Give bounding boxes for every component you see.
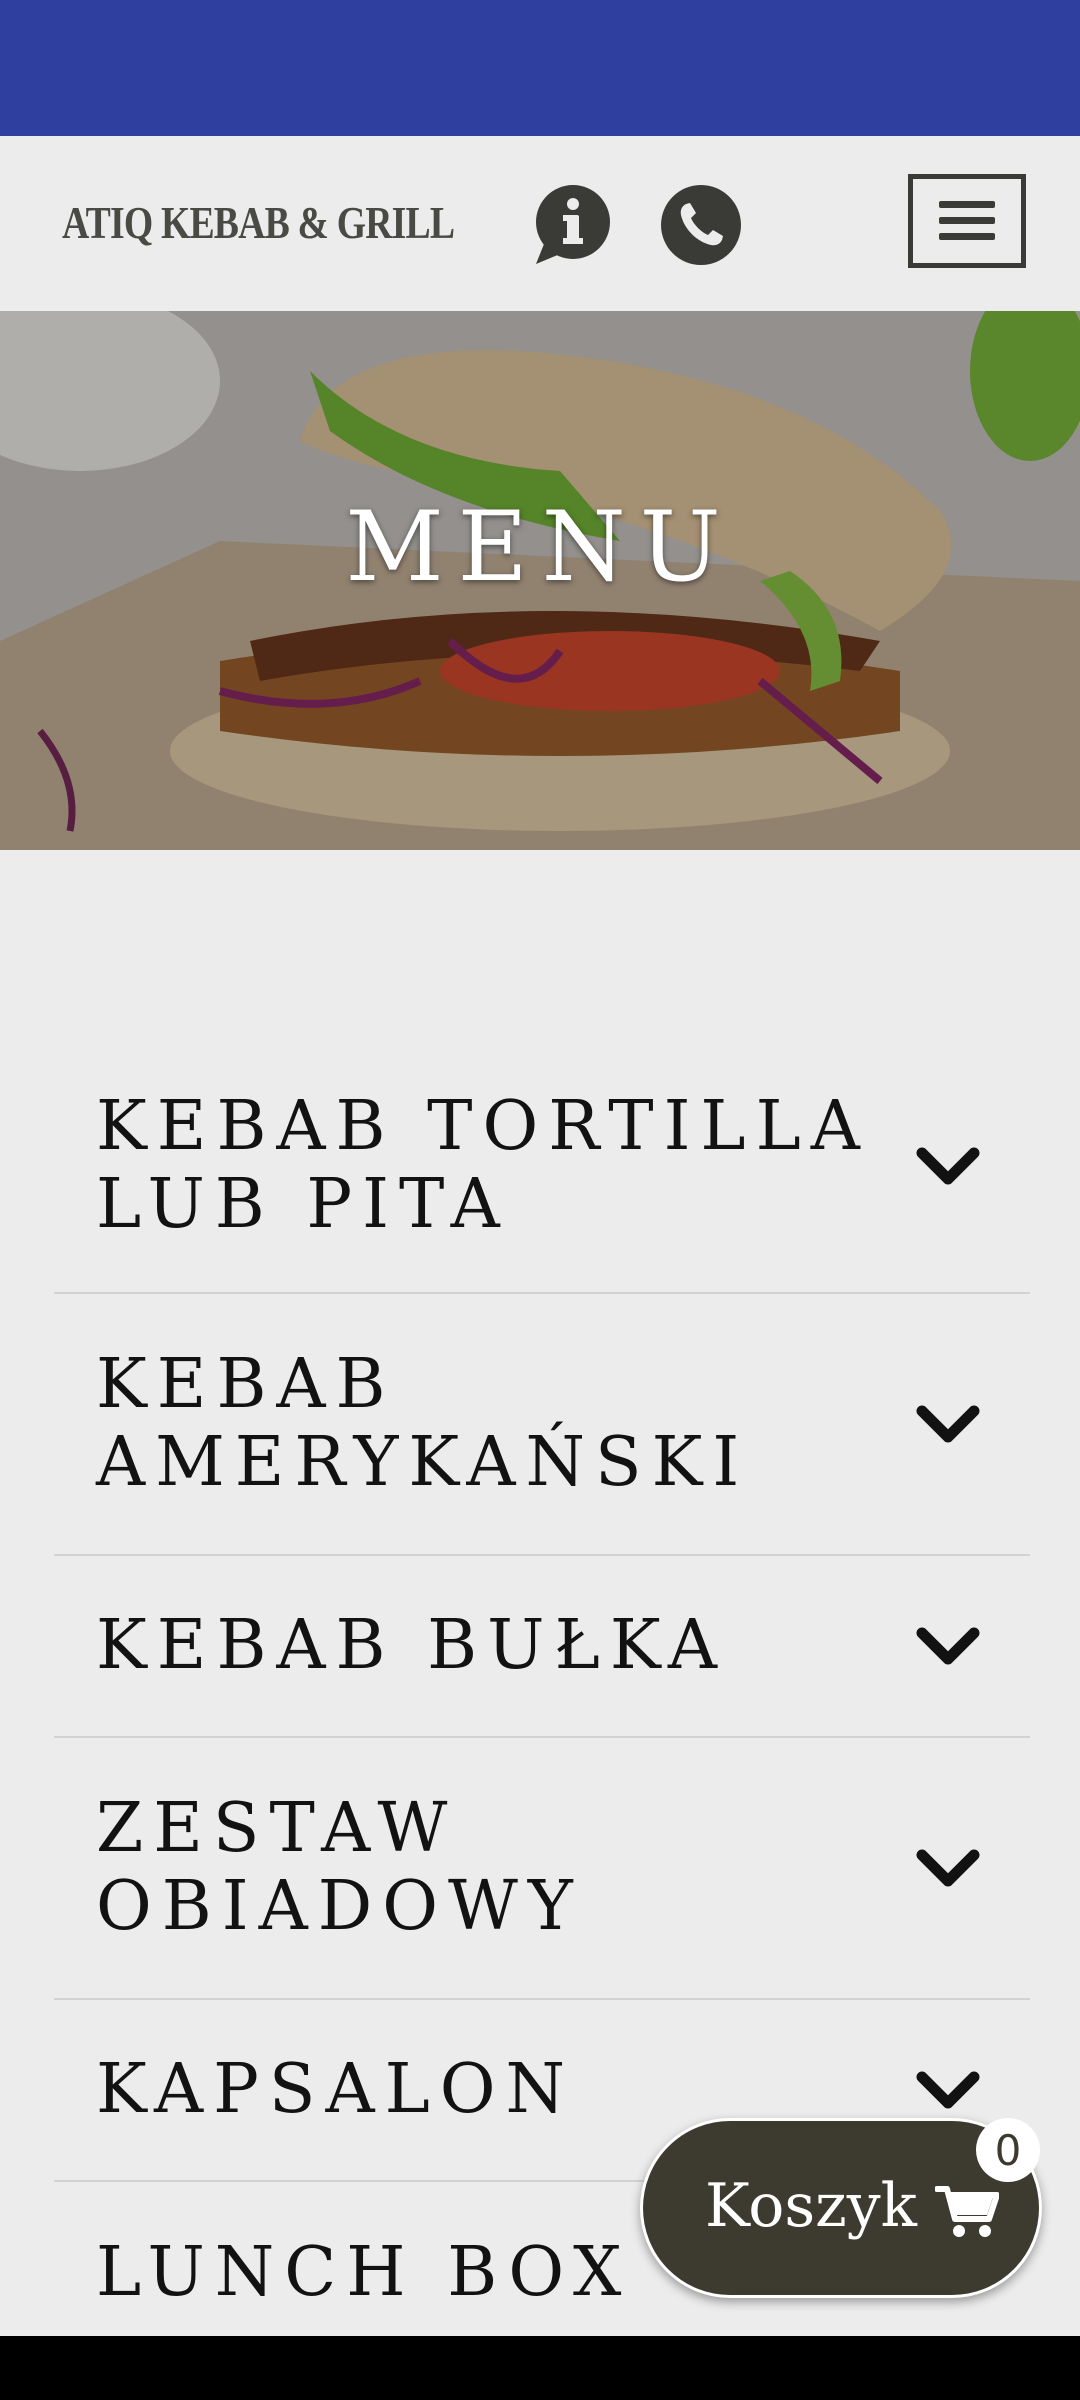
chevron-down-icon xyxy=(916,1405,980,1443)
hamburger-icon xyxy=(939,201,995,240)
site-logo[interactable]: ATIQ KEBAB & GRILL xyxy=(62,196,455,249)
cart-count-badge: 0 xyxy=(976,2118,1040,2182)
page-title: MENU xyxy=(345,491,735,603)
phone-icon xyxy=(661,185,741,265)
info-bubble-icon xyxy=(536,185,610,264)
shopping-cart-icon xyxy=(935,2186,999,2237)
category-label: KEBAB AMERYKAŃSKI xyxy=(96,1345,750,1502)
hero-banner: MENU xyxy=(0,311,1080,850)
menu-toggle-button[interactable] xyxy=(908,174,1026,268)
chevron-down-icon xyxy=(916,1627,980,1665)
chevron-down-icon xyxy=(916,2071,980,2109)
chevron-down-icon xyxy=(916,1849,980,1887)
category-label: KEBAB BUŁKA xyxy=(96,1606,728,1685)
category-kebab-tortilla[interactable]: KEBAB TORTILLA LUB PITA xyxy=(54,1040,1030,1294)
category-label: KEBAB TORTILLA LUB PITA xyxy=(96,1087,870,1244)
phone-button[interactable] xyxy=(660,184,742,266)
category-label: ZESTAW OBIADOWY xyxy=(96,1789,583,1946)
system-navigation-bar xyxy=(0,2336,1080,2400)
cart-label: Koszyk xyxy=(705,2171,917,2241)
site-header: ATIQ KEBAB & GRILL xyxy=(0,136,1080,311)
category-kebab-bulka[interactable]: KEBAB BUŁKA xyxy=(54,1556,1030,1738)
category-zestaw-obiadowy[interactable]: ZESTAW OBIADOWY xyxy=(54,1738,1030,2000)
category-kebab-amerykanski[interactable]: KEBAB AMERYKAŃSKI xyxy=(54,1294,1030,1556)
status-bar xyxy=(0,0,1080,136)
chevron-down-icon xyxy=(916,1147,980,1185)
info-button[interactable] xyxy=(530,184,612,266)
